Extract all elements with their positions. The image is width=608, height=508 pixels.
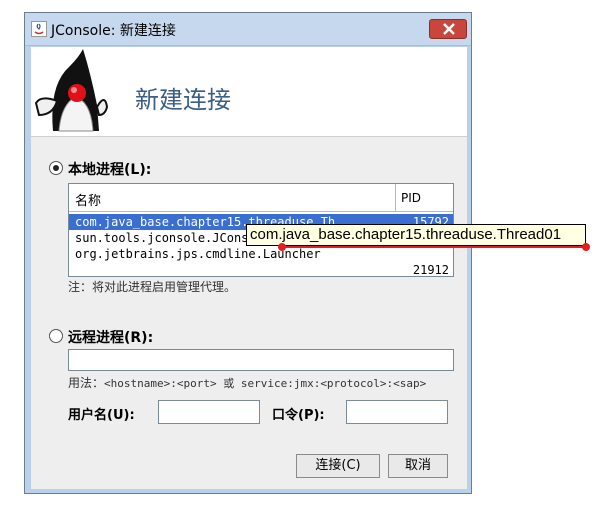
local-process-radio[interactable] (49, 161, 63, 175)
title-bar[interactable]: JConsole: 新建连接 (25, 13, 471, 46)
username-field[interactable] (158, 400, 260, 424)
process-pid: 21912 (412, 263, 449, 277)
column-header-name[interactable]: 名称 (75, 190, 101, 209)
process-name: sun.tools.jconsole.JConsole (75, 231, 271, 245)
close-button[interactable] (429, 19, 467, 39)
cancel-button[interactable]: 取消 (388, 454, 448, 478)
connect-button[interactable]: 连接(C) (296, 454, 380, 478)
local-note: 注：将对此进程启用管理代理。 (68, 280, 237, 294)
table-row[interactable]: 21912 (69, 262, 453, 278)
password-label: 口令(P): (272, 408, 325, 423)
dialog-content: 新建连接 本地进程(L): 名称 PID com.java_base.chapt… (31, 47, 467, 489)
remote-process-radio[interactable] (49, 329, 63, 343)
header-title: 新建连接 (135, 86, 231, 114)
username-label: 用户名(U): (68, 408, 135, 423)
password-field[interactable] (346, 400, 448, 424)
java-icon (31, 21, 47, 37)
usage-label: 用法： (68, 376, 105, 390)
remote-address-input[interactable] (68, 349, 454, 371)
jconsole-dialog: JConsole: 新建连接 新建连接 本地进程(L): 名称 PID com.… (24, 12, 472, 494)
column-header-pid[interactable]: PID (401, 191, 421, 205)
remote-usage-hint: 用法：<hostname>:<port> 或 service:jmx:<prot… (68, 374, 426, 391)
duke-mascot-icon (34, 49, 109, 132)
window-title: JConsole: 新建连接 (51, 23, 176, 39)
close-icon (443, 23, 455, 35)
column-separator (395, 184, 396, 211)
dialog-header: 新建连接 (31, 47, 467, 137)
usage-text: <hostname>:<port> 或 service:jmx:<protoco… (104, 377, 427, 390)
header-divider (69, 211, 453, 212)
remote-process-label[interactable]: 远程进程(R): (68, 327, 153, 347)
annotation-underline (278, 243, 590, 251)
local-process-label[interactable]: 本地进程(L): (68, 159, 151, 179)
